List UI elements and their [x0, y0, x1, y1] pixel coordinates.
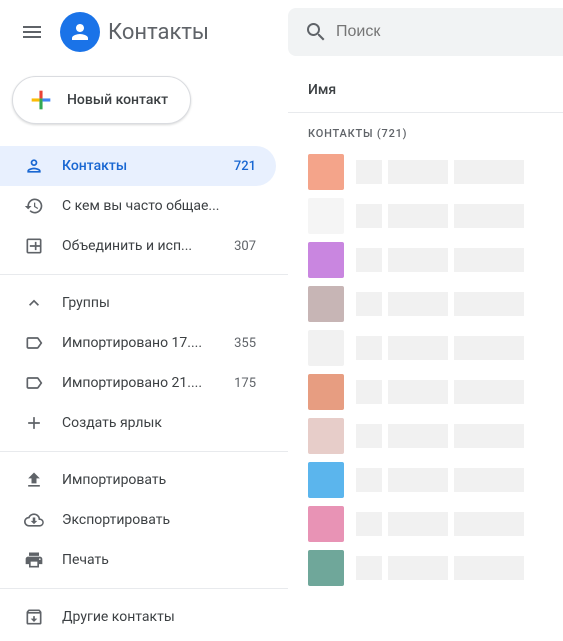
sidebar-nav: Контакты 721 С кем вы часто общае... Объ… — [0, 142, 288, 637]
avatar — [308, 506, 344, 542]
app-header: Контакты — [0, 0, 288, 64]
sidebar-item-merge[interactable]: Объединить и исп... 307 — [0, 226, 276, 266]
hamburger-icon — [20, 20, 44, 44]
contact-row[interactable] — [288, 238, 563, 282]
sidebar-item-count: 307 — [234, 239, 256, 254]
contact-name-redacted — [356, 204, 524, 228]
contact-row[interactable] — [288, 370, 563, 414]
sidebar-item-count: 175 — [234, 376, 256, 391]
contact-row[interactable] — [288, 150, 563, 194]
sidebar-item-groups[interactable]: Группы — [0, 283, 276, 323]
sidebar-item-export[interactable]: Экспортировать — [0, 500, 276, 540]
sidebar-item-other[interactable]: Другие контакты — [0, 597, 276, 637]
sidebar-item-label: Печать — [62, 552, 256, 568]
label-icon — [24, 333, 44, 353]
sidebar-item-label: Импортировать — [62, 472, 256, 488]
avatar — [308, 330, 344, 366]
sidebar-item-label: Создать ярлык — [62, 415, 256, 431]
sidebar-item-label: Другие контакты — [62, 609, 256, 625]
chevron-up-icon — [24, 293, 44, 313]
contact-row[interactable] — [288, 414, 563, 458]
main-menu-button[interactable] — [8, 8, 56, 56]
contact-name-redacted — [356, 248, 524, 272]
divider — [0, 451, 288, 452]
sidebar-item-import[interactable]: Импортировать — [0, 460, 276, 500]
create-contact-label: Новый контакт — [67, 92, 168, 108]
sidebar-item-label: Контакты — [62, 158, 234, 174]
contact-name-redacted — [356, 512, 524, 536]
sidebar-item-label: Группы — [62, 295, 256, 311]
upload-icon — [24, 470, 44, 490]
avatar — [308, 242, 344, 278]
sidebar-item-label: Экспортировать — [62, 512, 256, 528]
sidebar-item-label: Импортировано 21.... — [62, 375, 234, 391]
contact-list — [288, 150, 563, 590]
divider — [0, 274, 288, 275]
avatar — [308, 198, 344, 234]
sidebar-item-label-import1[interactable]: Импортировано 17.... 355 — [0, 323, 276, 363]
contact-name-redacted — [356, 556, 524, 580]
sidebar-item-label-import2[interactable]: Импортировано 21.... 175 — [0, 363, 276, 403]
create-contact-button[interactable]: Новый контакт — [12, 76, 191, 124]
sidebar-item-count: 721 — [234, 159, 256, 174]
sidebar-item-contacts[interactable]: Контакты 721 — [0, 146, 276, 186]
contact-row[interactable] — [288, 194, 563, 238]
sidebar-item-count: 355 — [234, 336, 256, 351]
plus-icon — [24, 413, 44, 433]
contact-row[interactable] — [288, 546, 563, 590]
avatar — [308, 154, 344, 190]
contact-name-redacted — [356, 160, 524, 184]
app-logo — [60, 12, 100, 52]
sidebar-item-frequent[interactable]: С кем вы часто общае... — [0, 186, 276, 226]
person-icon — [68, 20, 92, 44]
contact-name-redacted — [356, 468, 524, 492]
contact-name-redacted — [356, 336, 524, 360]
contact-name-redacted — [356, 380, 524, 404]
contact-name-redacted — [356, 292, 524, 316]
contact-name-redacted — [356, 424, 524, 448]
contacts-section-label: КОНТАКТЫ (721) — [288, 113, 563, 150]
merge-fix-icon — [24, 236, 44, 256]
avatar — [308, 374, 344, 410]
avatar — [308, 286, 344, 322]
search-bar[interactable] — [288, 8, 563, 56]
sidebar-item-label: С кем вы часто общае... — [62, 198, 256, 214]
avatar — [308, 418, 344, 454]
column-header-name: Имя — [288, 64, 563, 113]
person-outline-icon — [24, 156, 44, 176]
contact-row[interactable] — [288, 282, 563, 326]
contact-row[interactable] — [288, 458, 563, 502]
search-input[interactable] — [336, 23, 555, 41]
contact-row[interactable] — [288, 326, 563, 370]
label-icon — [24, 373, 44, 393]
avatar — [308, 550, 344, 586]
history-icon — [24, 196, 44, 216]
print-icon — [24, 550, 44, 570]
app-title: Контакты — [108, 20, 209, 45]
search-icon — [304, 20, 328, 44]
avatar — [308, 462, 344, 498]
archive-icon — [24, 607, 44, 627]
contact-row[interactable] — [288, 502, 563, 546]
cloud-download-icon — [24, 510, 44, 530]
sidebar-item-create-label[interactable]: Создать ярлык — [0, 403, 276, 443]
sidebar-item-label: Объединить и исп... — [62, 238, 234, 254]
plus-multicolor-icon — [27, 86, 55, 114]
sidebar-item-label: Импортировано 17.... — [62, 335, 234, 351]
sidebar-item-print[interactable]: Печать — [0, 540, 276, 580]
divider — [0, 588, 288, 589]
